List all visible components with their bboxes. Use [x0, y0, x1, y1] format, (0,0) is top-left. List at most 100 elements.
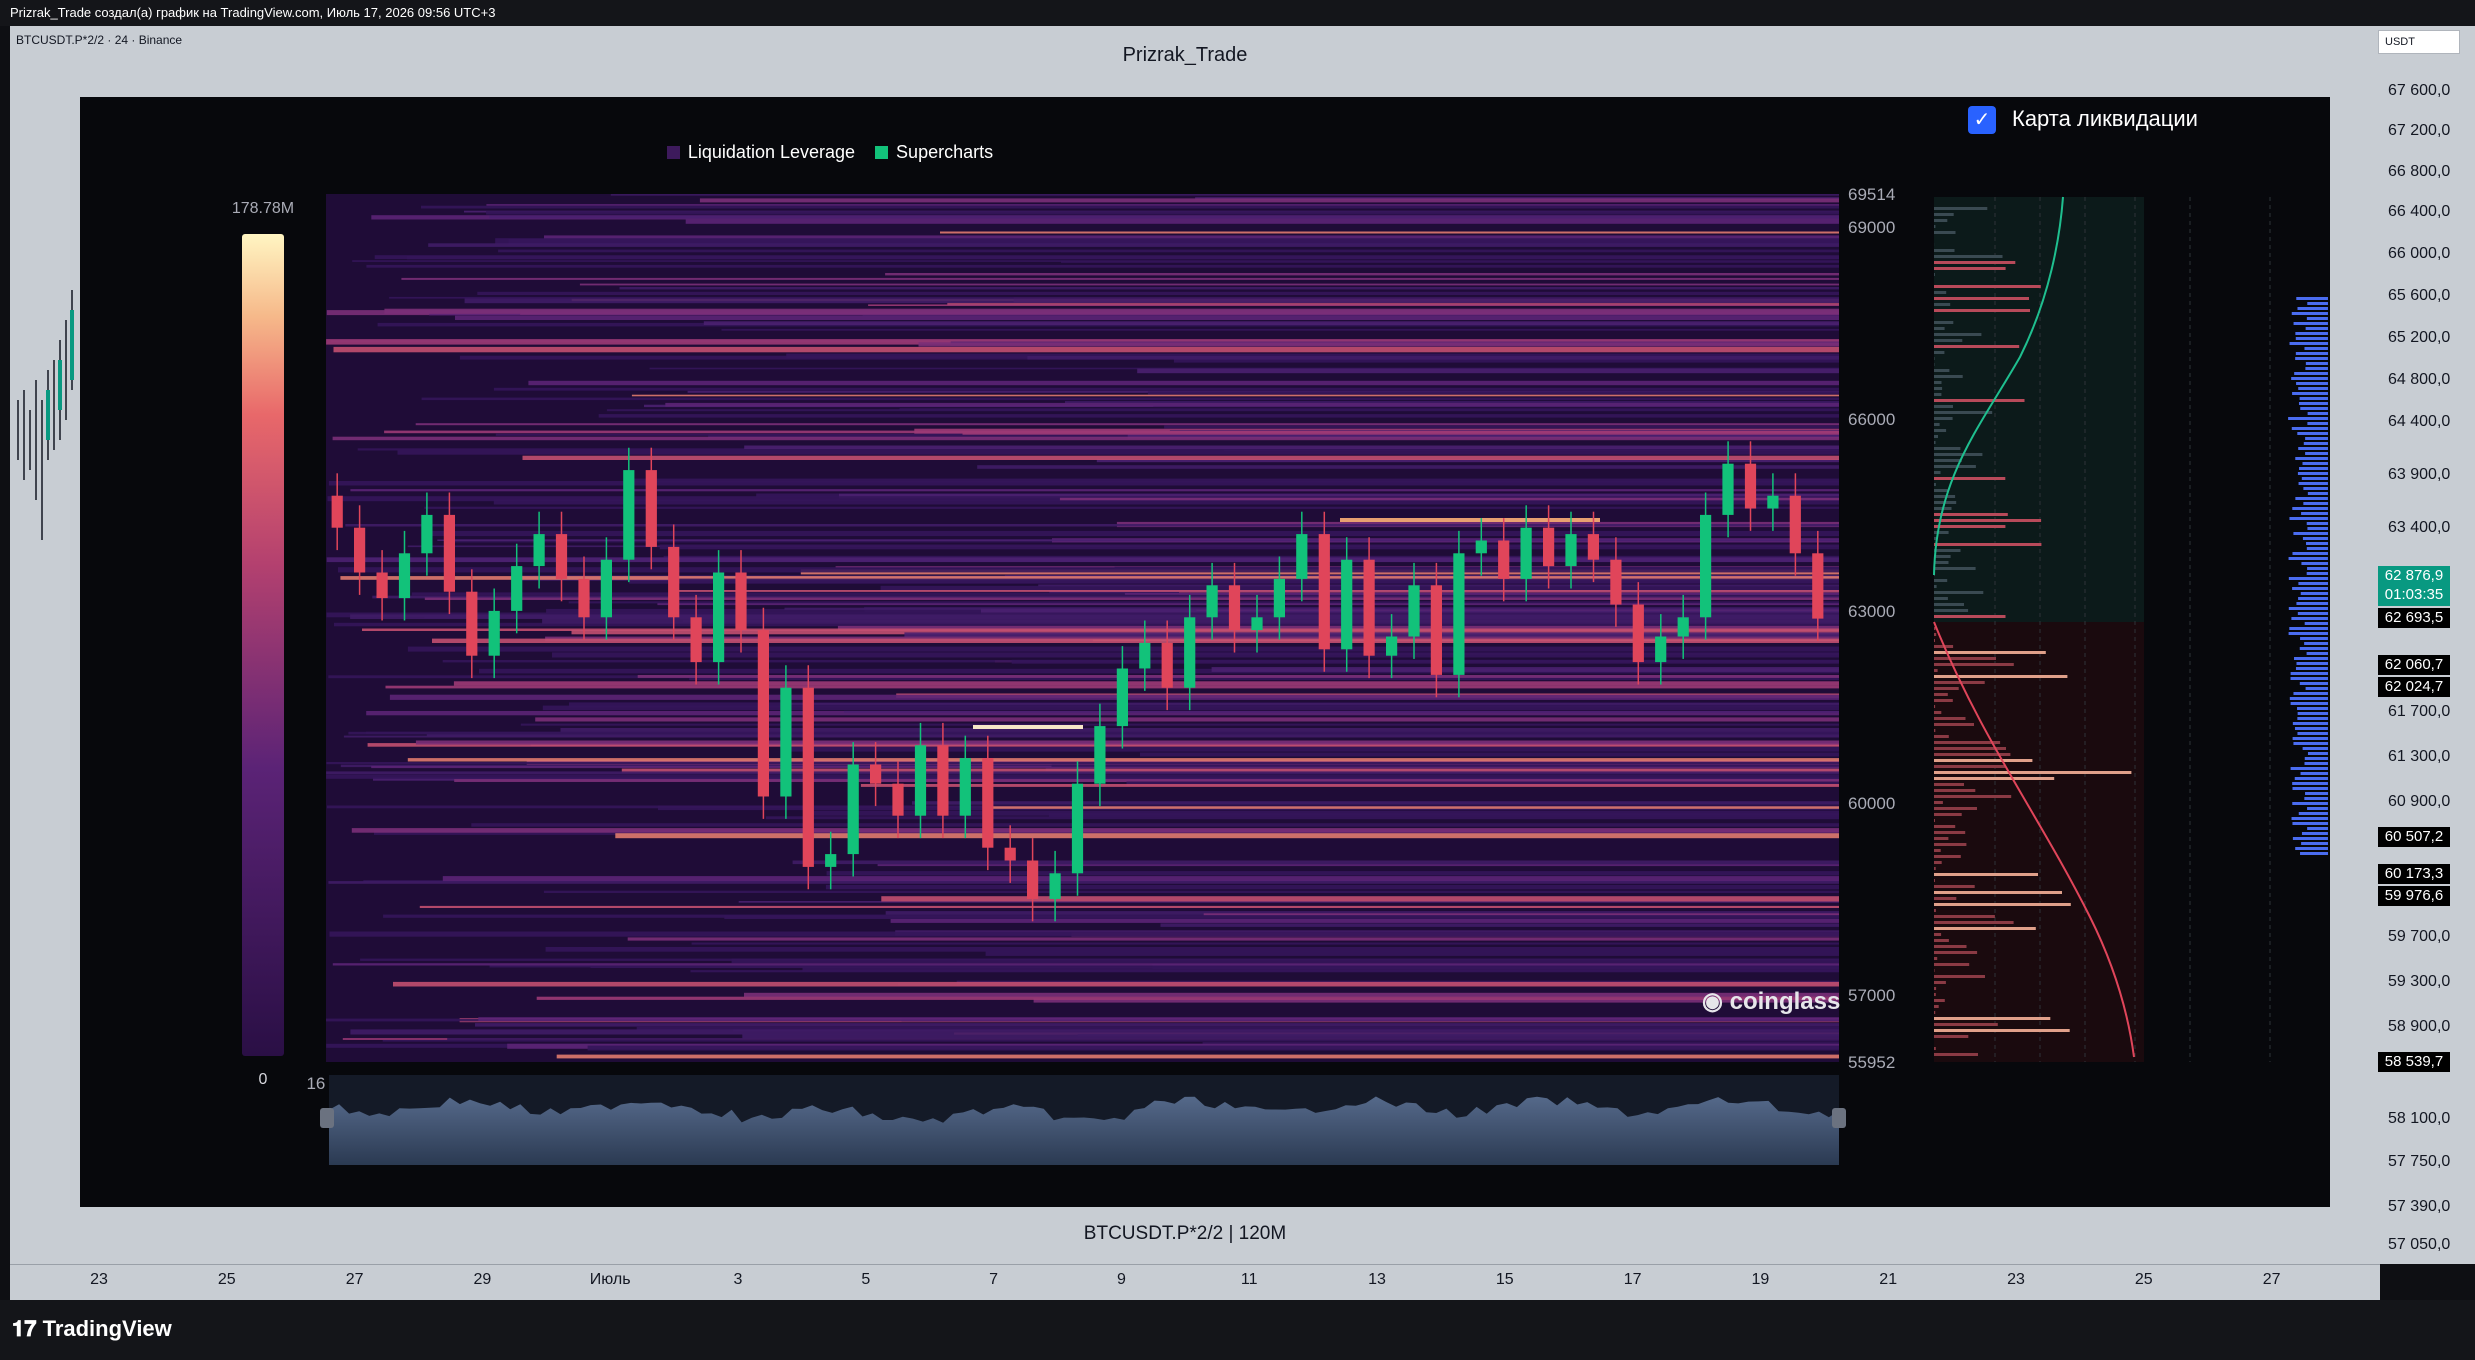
orderbook-bar — [2289, 697, 2329, 700]
profile-bar — [1934, 1023, 1998, 1026]
orderbook-bar — [2292, 507, 2328, 510]
liquidation-band — [332, 963, 1839, 966]
profile-bar — [1934, 867, 1936, 870]
price-tag-value: 62 060,7 — [2384, 656, 2444, 673]
profile-bar — [1934, 615, 2006, 618]
liquidation-band — [415, 423, 1840, 426]
orderbook-bar — [2292, 822, 2329, 825]
liquidation-band — [598, 414, 1840, 418]
liquidation-band — [423, 530, 1840, 537]
liquidation-band — [631, 394, 1839, 397]
navigator-handle-right[interactable] — [1832, 1108, 1846, 1128]
liquidation-band — [493, 387, 1839, 391]
liquidation-band — [486, 204, 1839, 206]
orderbook-bar — [2288, 632, 2328, 635]
liquidation-band — [985, 951, 1839, 956]
liquidation-band — [825, 884, 1839, 890]
candle-body — [1610, 559, 1622, 605]
price-tag-value: 58 539,7 — [2384, 1053, 2444, 1070]
time-label: 19 — [1751, 1271, 1770, 1288]
candle-body — [757, 630, 769, 797]
candle-body — [914, 745, 927, 816]
currency-select[interactable]: USDT — [2378, 30, 2460, 54]
profile-bar — [1934, 309, 2030, 312]
tradingview-brand[interactable]: 𝟏𝟕 TradingView — [12, 1316, 172, 1342]
profile-bar — [1934, 921, 2014, 924]
candle-body — [1543, 527, 1555, 567]
orderbook-bar — [2300, 592, 2329, 595]
liquidation-band — [486, 211, 1840, 215]
orderbook-bar — [2291, 617, 2328, 620]
orderbook-bar — [2288, 607, 2329, 610]
liquidation-band — [826, 871, 1839, 876]
profile-bar — [1934, 513, 2008, 516]
candle-body — [488, 610, 500, 656]
price-tag-value: 62 024,7 — [2384, 678, 2444, 695]
coinglass-logo: ◉ coinglass — [1702, 987, 1840, 1016]
liquidation-band — [619, 287, 1839, 290]
snapshot-header: Prizrak_Trade создал(а) график на Tradin… — [0, 0, 2475, 26]
orderbook-bar — [2293, 322, 2328, 325]
orderbook-bar — [2290, 677, 2329, 680]
candle-body — [354, 527, 366, 573]
profile-bar — [1934, 759, 2033, 762]
liquidation-band — [421, 205, 1839, 209]
profile-bar — [1934, 873, 2038, 876]
liquidation-band-peak — [973, 725, 1083, 729]
liquidation-band — [471, 823, 1839, 827]
orderbook-bar — [2288, 577, 2329, 580]
liquidation-band — [1140, 752, 1839, 757]
profile-bar — [1934, 855, 1961, 858]
orderbook-bar — [2304, 347, 2328, 350]
liquidation-band — [520, 723, 1839, 726]
price-label: 66 400,0 — [2388, 203, 2451, 220]
liquidation-band — [724, 915, 1839, 919]
candle-body — [1116, 668, 1128, 727]
price-tag: 62 693,5 — [2378, 608, 2450, 628]
orderbook-bar — [2296, 662, 2328, 665]
profile-bar — [1934, 879, 1935, 882]
liquidation-band — [329, 931, 1839, 937]
orderbook-bar — [2298, 597, 2328, 600]
price-tag: 62 876,9 01:03:35 — [2378, 566, 2450, 606]
candle-body — [1161, 642, 1173, 688]
price-label: 57 390,0 — [2388, 1198, 2451, 1215]
orderbook-bar — [2292, 837, 2328, 840]
orderbook-bar — [2292, 787, 2328, 790]
candle-body — [959, 758, 971, 816]
time-label: 17 — [1623, 1271, 1642, 1288]
price-tag-value: 60 507,2 — [2384, 828, 2444, 845]
liquidation-band — [442, 876, 1839, 882]
orderbook-bar — [2306, 317, 2328, 320]
profile-bar — [1934, 843, 1967, 846]
liquidation-band — [366, 264, 1839, 268]
orderbook-bar — [2305, 367, 2328, 370]
orderbook-bar — [2288, 557, 2328, 560]
profile-bar — [1934, 969, 1935, 972]
price-tag-value: 62 876,9 — [2384, 567, 2444, 584]
candle-body — [825, 854, 837, 867]
orderbook-bar — [2299, 647, 2329, 650]
candle-body — [780, 687, 792, 797]
candle-body — [713, 572, 725, 663]
orderbook-bar — [2298, 447, 2329, 450]
candle-body — [511, 566, 523, 611]
navigator-handle-left[interactable] — [320, 1108, 334, 1128]
y-tick-label: 57000 — [1848, 986, 1895, 1005]
orderbook-bar — [2307, 412, 2329, 415]
orderbook-bar — [2295, 352, 2329, 355]
liquidation-band — [424, 506, 1839, 509]
liquidation-band — [742, 1034, 1839, 1039]
liquidation-band — [868, 304, 1839, 306]
orderbook-bar — [2291, 817, 2329, 820]
liquidation-band — [475, 1023, 1839, 1027]
orderbook-bar — [2295, 497, 2328, 500]
liquidation-band — [792, 860, 1839, 865]
liquidation-band — [528, 380, 1839, 386]
liquidation-band — [918, 342, 1839, 347]
candle-body — [1587, 534, 1599, 560]
orderbook-bar — [2295, 667, 2328, 670]
candle-body — [1094, 726, 1106, 784]
orderbook-bar — [2298, 387, 2329, 390]
candle-body — [1184, 617, 1196, 688]
